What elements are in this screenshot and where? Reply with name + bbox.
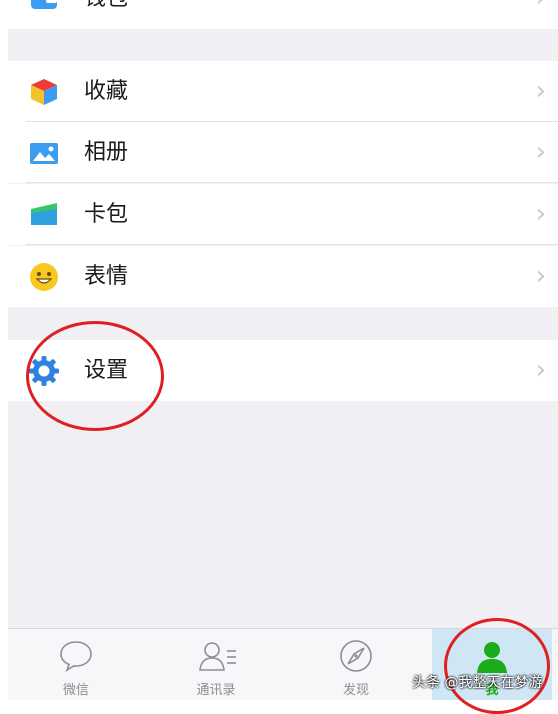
photo-icon: [28, 137, 60, 169]
menu-item-wallet[interactable]: 钱包 ›: [8, 0, 558, 29]
annotation-circle-settings: [26, 321, 164, 431]
chevron-right-icon: ›: [535, 76, 546, 106]
tab-chats[interactable]: 微信: [16, 629, 136, 700]
smiley-icon: [28, 261, 60, 293]
menu-item-album[interactable]: 相册 ›: [8, 122, 558, 183]
chat-bubble-icon: [60, 641, 92, 672]
card-wallet-icon: [28, 199, 60, 231]
row-divider: [26, 244, 558, 245]
tab-label-chats: 微信: [62, 683, 89, 698]
menu-item-favorites[interactable]: 收藏 ›: [8, 61, 558, 122]
chevron-right-icon: ›: [535, 261, 546, 291]
tab-contacts[interactable]: 通讯录: [156, 629, 276, 700]
menu-label-favorites: 收藏: [84, 79, 129, 104]
menu-label-wallet: 钱包: [84, 0, 128, 29]
contacts-icon: [199, 642, 236, 671]
tab-label-discover: 发现: [342, 683, 369, 698]
menu-item-stickers[interactable]: 表情 ›: [8, 246, 558, 307]
tab-label-contacts: 通讯录: [196, 683, 236, 698]
chevron-right-icon: ›: [535, 355, 546, 385]
chevron-right-icon: ›: [535, 137, 546, 167]
compass-icon: [340, 640, 372, 672]
menu-label-stickers: 表情: [84, 264, 129, 289]
tab-discover[interactable]: 发现: [296, 629, 416, 700]
cube-icon: [28, 76, 60, 108]
menu-item-cards[interactable]: 卡包 ›: [8, 184, 558, 245]
chevron-right-icon: ›: [535, 199, 546, 229]
chevron-right-icon: ›: [536, 0, 546, 29]
row-divider: [26, 182, 558, 183]
wallet-icon: [28, 0, 60, 15]
menu-label-cards: 卡包: [84, 202, 129, 227]
watermark: 头条 @我整天在梦游: [412, 675, 543, 691]
menu-label-album: 相册: [84, 140, 129, 165]
